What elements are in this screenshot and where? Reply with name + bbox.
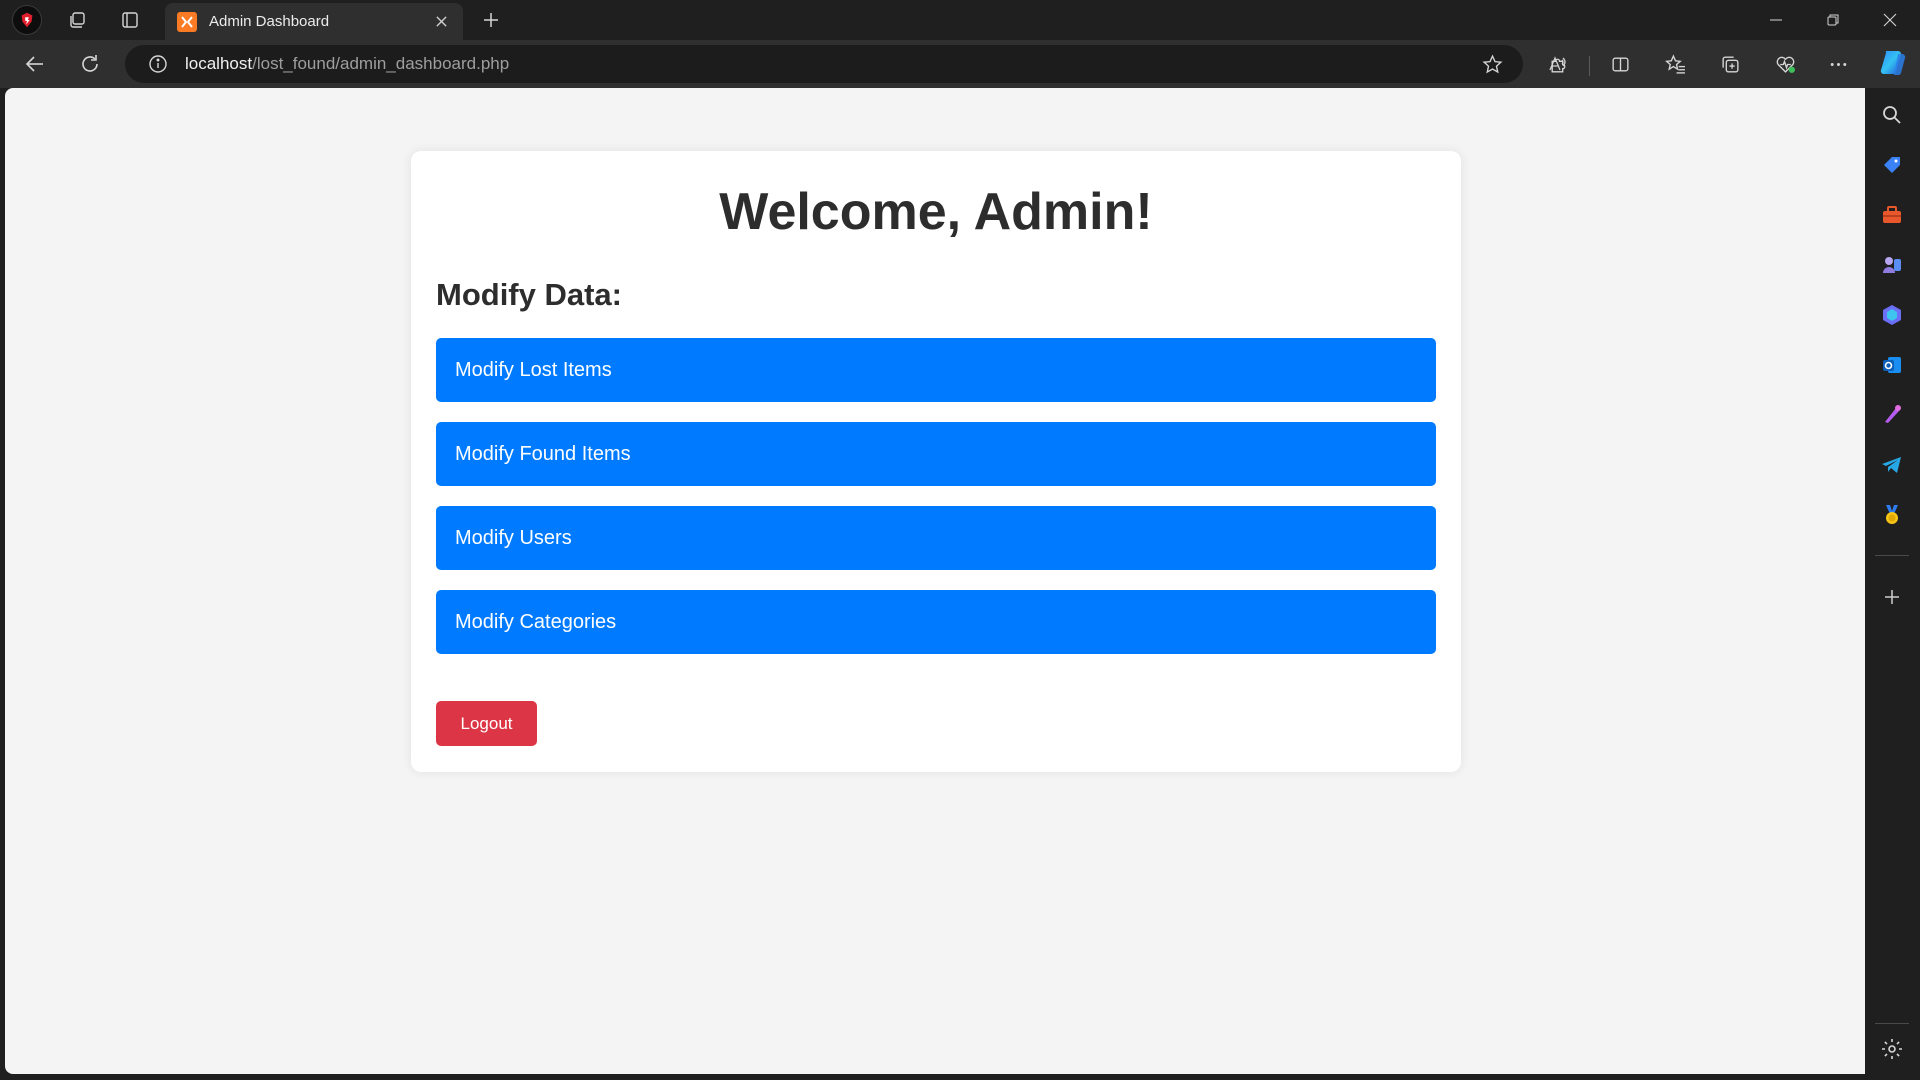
restore-button[interactable]	[1805, 0, 1861, 40]
dashboard-card: Welcome, Admin! Modify Data: Modify Lost…	[411, 151, 1461, 772]
edge-sidebar	[1865, 88, 1920, 1080]
sidebar-outlook-icon[interactable]	[1877, 350, 1907, 380]
modify-found-items-button[interactable]: Modify Found Items	[436, 422, 1436, 486]
sidebar-bottom-divider	[1875, 1023, 1909, 1024]
tab-title: Admin Dashboard	[209, 13, 330, 30]
logout-button[interactable]: Logout	[436, 701, 537, 746]
more-menu-icon[interactable]	[1820, 48, 1856, 80]
sidebar-settings-icon[interactable]	[1877, 1034, 1907, 1064]
split-screen-icon[interactable]	[1602, 48, 1638, 80]
toolbar-divider	[1589, 56, 1590, 76]
minimize-icon	[1770, 19, 1782, 21]
close-window-button[interactable]	[1862, 0, 1918, 40]
favorite-star-icon[interactable]	[1474, 48, 1510, 80]
minimize-button[interactable]	[1748, 0, 1804, 40]
sidebar-games-icon[interactable]	[1877, 250, 1907, 280]
workspaces-icon[interactable]	[62, 6, 92, 34]
refresh-button[interactable]	[72, 48, 108, 80]
sidebar-copilot-designer-icon[interactable]	[1877, 300, 1907, 330]
copilot-icon[interactable]	[1876, 46, 1910, 80]
tab-close-icon[interactable]	[431, 12, 451, 32]
url-path: /lost_found/admin_dashboard.php	[252, 54, 510, 73]
sidebar-divider	[1875, 555, 1909, 556]
sidebar-designer-icon[interactable]	[1877, 400, 1907, 430]
favorites-icon[interactable]	[1657, 48, 1693, 80]
url-host: localhost	[185, 54, 253, 73]
refresh-icon	[82, 55, 98, 72]
page-viewport: Welcome, Admin! Modify Data: Modify Lost…	[5, 88, 1865, 1074]
plus-icon	[484, 13, 498, 27]
xampp-favicon-icon	[177, 11, 197, 32]
sidebar-tools-icon[interactable]	[1877, 200, 1907, 230]
profile-logo-icon	[21, 12, 33, 28]
sidebar-search-icon[interactable]	[1877, 100, 1907, 130]
new-tab-button[interactable]	[476, 6, 506, 34]
profile-avatar[interactable]	[12, 5, 42, 35]
arrow-left-icon	[25, 56, 43, 72]
browser-essentials-icon[interactable]	[1767, 48, 1803, 80]
sidebar-shopping-tag-icon[interactable]	[1877, 150, 1907, 180]
extensions-icon[interactable]	[1540, 48, 1576, 80]
close-icon	[1883, 13, 1897, 27]
page-title: Welcome, Admin!	[719, 183, 1153, 241]
tab-actions-icon[interactable]	[115, 6, 145, 34]
back-button[interactable]	[17, 48, 53, 80]
tab-admin-dashboard[interactable]: Admin Dashboard	[165, 3, 463, 40]
section-heading: Modify Data:	[436, 277, 622, 312]
window-bottom-border	[0, 1074, 1865, 1080]
modify-users-button[interactable]: Modify Users	[436, 506, 1436, 570]
title-bar: Admin Dashboard	[0, 0, 1920, 40]
collections-icon[interactable]	[1712, 48, 1748, 80]
address-bar[interactable]: localhost/lost_found/admin_dashboard.php	[125, 45, 1566, 83]
restore-icon	[1827, 14, 1839, 26]
sidebar-rewards-icon[interactable]	[1877, 500, 1907, 530]
browser-toolbar: localhost/lost_found/admin_dashboard.php	[0, 40, 1920, 88]
modify-lost-items-button[interactable]: Modify Lost Items	[436, 338, 1436, 402]
sidebar-telegram-icon[interactable]	[1877, 450, 1907, 480]
modify-categories-button[interactable]: Modify Categories	[436, 590, 1436, 654]
site-info-icon[interactable]	[147, 53, 169, 75]
sidebar-add-icon[interactable]	[1877, 582, 1907, 612]
